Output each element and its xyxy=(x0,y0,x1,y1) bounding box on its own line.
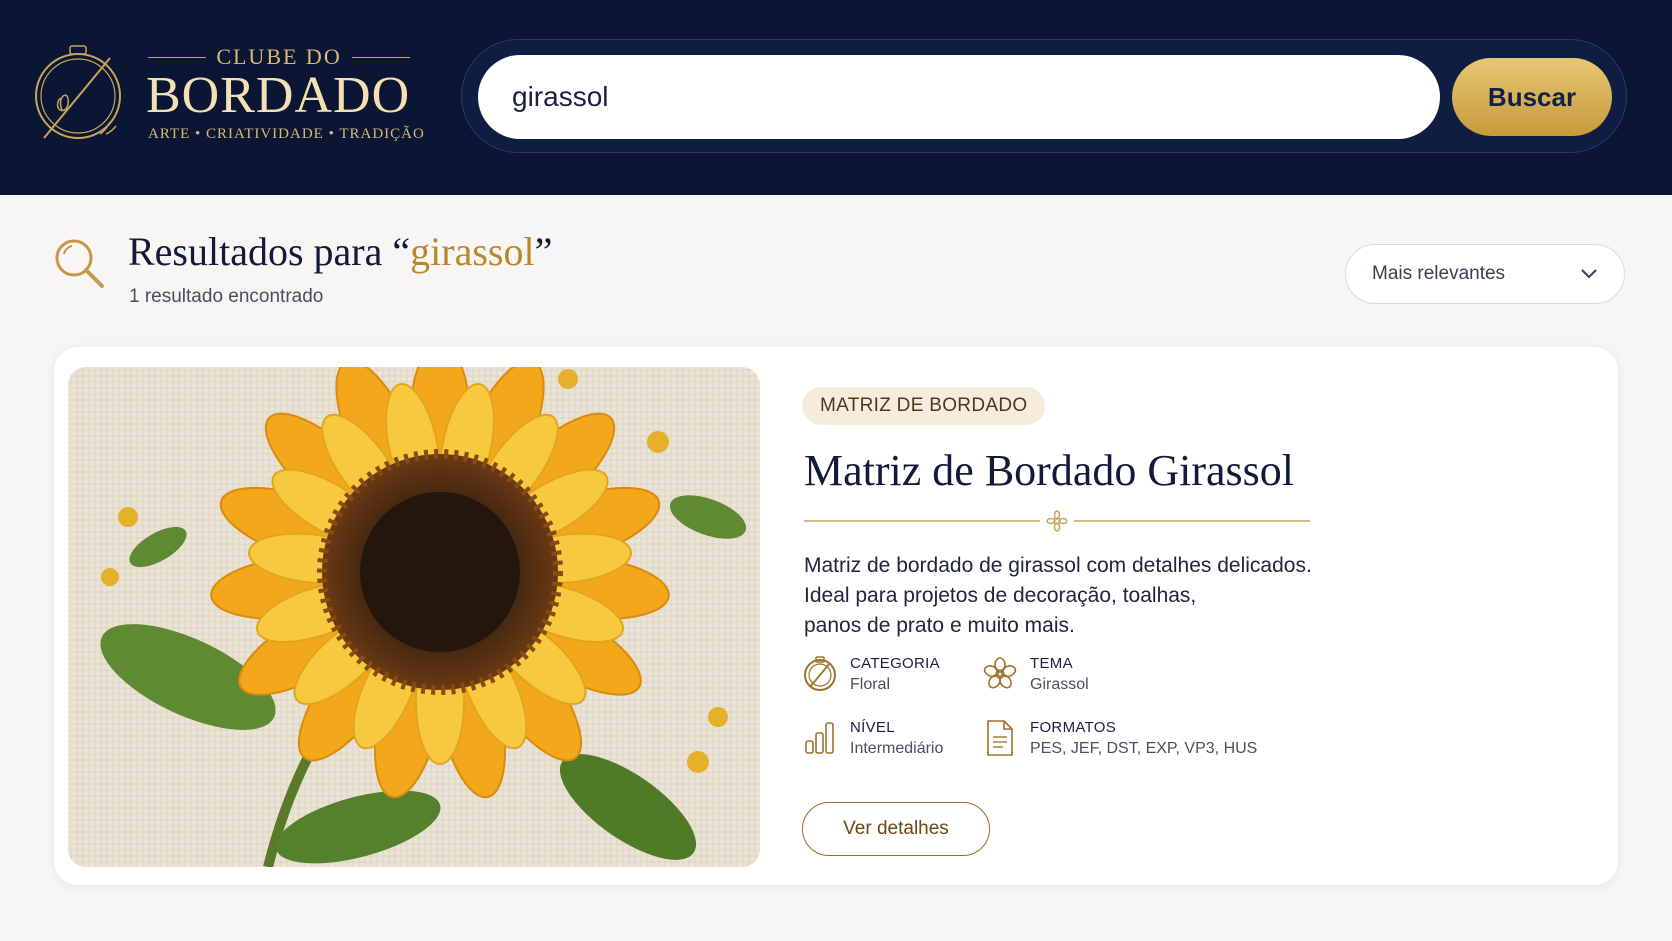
results-count: 1 resultado encontrado xyxy=(129,286,324,307)
sunflower-embroidery-image xyxy=(68,367,760,867)
meta-formats: FORMATOS PES, JEF, DST, EXP, VP3, HUS xyxy=(982,719,1257,758)
description-line: panos de prato e muito mais. xyxy=(804,614,1075,637)
meta-formats-label: FORMATOS xyxy=(1030,719,1117,736)
meta-level-value: Intermediário xyxy=(850,740,944,757)
brand-tagline: ARTE • CRIATIVIDADE • TRADIÇÃO xyxy=(148,126,425,142)
results-open-quote: “ xyxy=(392,229,411,274)
description-line: Matriz de bordado de girassol com detalh… xyxy=(804,554,1312,577)
meta-category-label: CATEGORIA xyxy=(850,655,940,672)
results-title-prefix: Resultados para xyxy=(128,229,393,274)
product-image[interactable] xyxy=(68,367,760,867)
results-title: Resultados para “girassol” xyxy=(128,228,552,275)
view-details-button[interactable]: Ver detalhes xyxy=(802,802,990,856)
product-title[interactable]: Matriz de Bordado Girassol xyxy=(804,445,1294,496)
brand-logo[interactable]: CLUBE DO BORDADO ARTE • CRIATIVIDADE • T… xyxy=(30,36,424,156)
meta-theme-value: Girassol xyxy=(1030,676,1089,693)
site-header: CLUBE DO BORDADO ARTE • CRIATIVIDADE • T… xyxy=(0,0,1672,195)
product-description: Matriz de bordado de girassol com detalh… xyxy=(804,551,1364,641)
sort-selected-value: Mais relevantes xyxy=(1372,263,1506,284)
bars-icon xyxy=(805,722,834,754)
meta-formats-value: PES, JEF, DST, EXP, VP3, HUS xyxy=(1030,740,1258,757)
result-card: MATRIZ DE BORDADO Matriz de Bordado Gira… xyxy=(54,347,1618,885)
chevron-down-icon xyxy=(1581,269,1597,279)
search-input[interactable] xyxy=(478,55,1440,139)
meta-category: CATEGORIA Floral xyxy=(802,655,940,694)
meta-level-label: NÍVEL xyxy=(850,719,895,736)
meta-theme-label: TEMA xyxy=(1030,655,1073,672)
sort-dropdown[interactable]: Mais relevantes xyxy=(1345,244,1625,304)
search-bar: Buscar xyxy=(461,39,1627,153)
meta-theme: TEMA Girassol xyxy=(982,655,1089,694)
brand-name: BORDADO xyxy=(146,67,411,124)
results-query: girassol xyxy=(410,229,535,274)
results-close-quote: ” xyxy=(534,229,553,274)
embroidery-hoop-needle-icon xyxy=(35,45,121,139)
magnifier-icon xyxy=(55,239,104,288)
search-button[interactable]: Buscar xyxy=(1452,58,1612,136)
description-line: Ideal para projetos de decoração, toalha… xyxy=(804,584,1197,607)
document-icon xyxy=(987,720,1013,756)
flower-icon xyxy=(983,657,1017,689)
category-badge: MATRIZ DE BORDADO xyxy=(802,387,1046,425)
ornament-flower-icon xyxy=(804,510,1310,532)
meta-category-value: Floral xyxy=(850,676,891,693)
meta-level: NÍVEL Intermediário xyxy=(802,719,943,758)
hoop-icon xyxy=(804,656,836,691)
